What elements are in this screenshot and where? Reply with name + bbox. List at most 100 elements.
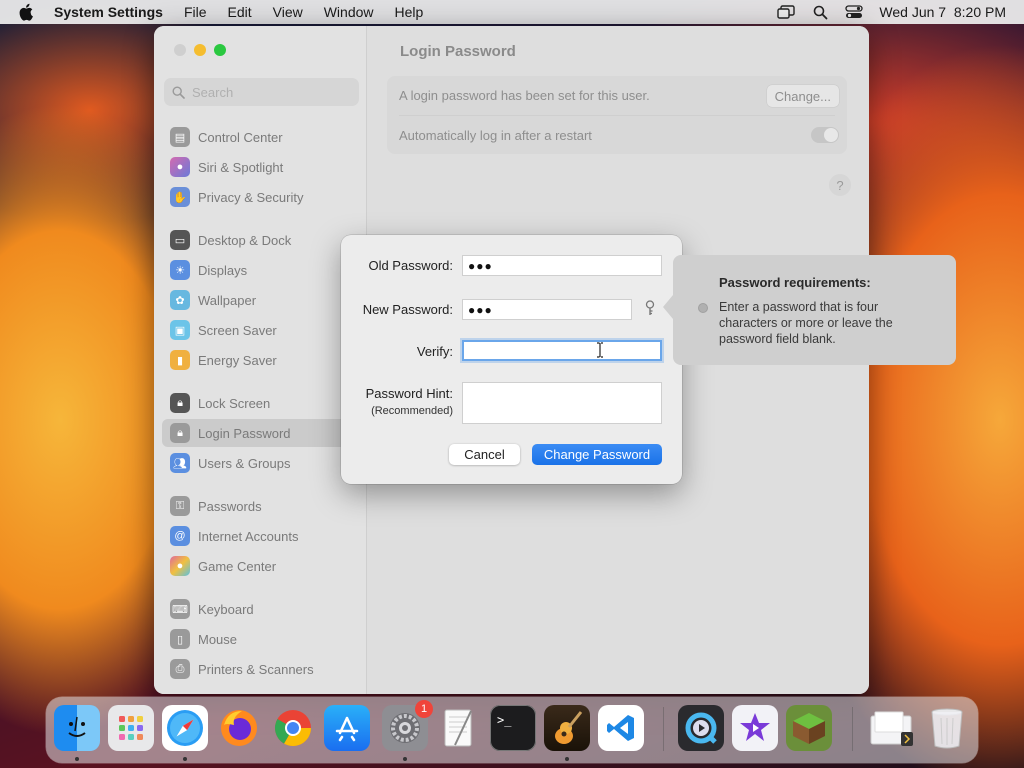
sidebar-item-label: Control Center: [198, 129, 283, 145]
system-settings-badge: 1: [415, 700, 433, 718]
sidebar-item-mouse[interactable]: ▯ Mouse: [162, 625, 358, 653]
sidebar-item-control-center[interactable]: ▤ Control Center: [162, 123, 358, 151]
sidebar-item-wallpaper[interactable]: ✿ Wallpaper: [162, 286, 358, 314]
wallpaper-icon: ✿: [170, 290, 190, 310]
dock-vscode-icon[interactable]: [598, 705, 644, 751]
popover-title: Password requirements:: [719, 275, 871, 290]
mouse-icon: ▯: [170, 629, 190, 649]
garageband-running-indicator: [565, 757, 569, 761]
window-controls: [174, 44, 226, 56]
password-set-row: A login password has been set for this u…: [399, 76, 839, 114]
sidebar-item-label: Printers & Scanners: [198, 661, 314, 677]
sidebar-item-label: Keyboard: [198, 601, 254, 617]
new-password-field[interactable]: ●●●: [462, 299, 632, 320]
sidebar-item-displays[interactable]: ☀ Displays: [162, 256, 358, 284]
sidebar-item-users-groups[interactable]: 👥︎ Users & Groups: [162, 449, 358, 477]
change-password-submit-button[interactable]: Change Password: [532, 444, 662, 465]
popover-text: Enter a password that is four characters…: [719, 300, 893, 346]
sidebar-item-internet-accounts[interactable]: @ Internet Accounts: [162, 522, 358, 550]
sidebar-item-screen-saver[interactable]: ▣ Screen Saver: [162, 316, 358, 344]
menu-edit[interactable]: Edit: [228, 4, 252, 20]
search-input[interactable]: [192, 84, 352, 100]
menu-bar: System Settings File Edit View Window He…: [0, 0, 1024, 24]
sidebar-item-desktop-dock[interactable]: ▭ Desktop & Dock: [162, 226, 358, 254]
dock-textedit-icon[interactable]: [436, 705, 482, 751]
cancel-button[interactable]: Cancel: [449, 444, 520, 465]
apple-menu-icon[interactable]: [18, 3, 36, 21]
verify-field[interactable]: [462, 340, 662, 361]
control-center-icon: ▤: [170, 127, 190, 147]
auto-login-toggle[interactable]: [811, 127, 839, 143]
requirement-status-icon: [698, 303, 708, 313]
password-hint-label: Password Hint:: [365, 386, 453, 401]
sidebar-item-siri-spotlight[interactable]: ● Siri & Spotlight: [162, 153, 358, 181]
menu-clock[interactable]: Wed Jun 7 8:20 PM: [879, 4, 1006, 20]
dock-finder-icon[interactable]: [54, 705, 100, 751]
dock-chrome-icon[interactable]: [270, 705, 316, 751]
dock-imovie-icon[interactable]: [732, 705, 778, 751]
change-password-button[interactable]: Change...: [766, 85, 839, 107]
page-title: Login Password: [400, 43, 516, 60]
sidebar-item-login-password[interactable]: 🔒︎ Login Password: [162, 419, 358, 447]
login-password-group: A login password has been set for this u…: [387, 76, 847, 154]
sidebar-item-label: Game Center: [198, 558, 277, 574]
dock-safari-icon[interactable]: [162, 705, 208, 751]
sidebar-item-privacy-security[interactable]: ✋ Privacy & Security: [162, 183, 358, 211]
sidebar-item-label: Users & Groups: [198, 455, 291, 471]
dock-minecraft-icon[interactable]: [786, 705, 832, 751]
terminal-prompt-icon: >_: [497, 713, 512, 727]
sidebar-item-label: Screen Saver: [198, 322, 277, 338]
users-icon: 👥︎: [170, 453, 190, 473]
dock-app-store-icon[interactable]: [324, 705, 370, 751]
sidebar-item-game-center[interactable]: ● Game Center: [162, 552, 358, 580]
sidebar-item-printers-scanners[interactable]: ⎙ Printers & Scanners: [162, 655, 358, 683]
menu-window[interactable]: Window: [324, 4, 374, 20]
sidebar: ▤ Control Center ● Siri & Spotlight ✋ Pr…: [154, 26, 366, 694]
sidebar-item-lock-screen[interactable]: 🔒︎ Lock Screen: [162, 389, 358, 417]
zoom-window-button[interactable]: [214, 44, 226, 56]
menu-file[interactable]: File: [184, 4, 207, 20]
system-settings-running-indicator: [403, 757, 407, 761]
minimize-window-button[interactable]: [194, 44, 206, 56]
dock-firefox-icon[interactable]: [216, 705, 262, 751]
password-hint-sublabel: (Recommended): [371, 405, 453, 417]
dock-downloads-stack-icon[interactable]: [868, 705, 914, 751]
dock-terminal-icon[interactable]: >_: [490, 705, 536, 751]
dock-launchpad-icon[interactable]: [108, 705, 154, 751]
sidebar-search[interactable]: [164, 78, 359, 106]
sidebar-item-passwords[interactable]: ⚿ Passwords: [162, 492, 358, 520]
dock-icon: ▭: [170, 230, 190, 250]
auto-login-row: Automatically log in after a restart: [399, 116, 839, 154]
sidebar-item-energy-saver[interactable]: ▮ Energy Saver: [162, 346, 358, 374]
sidebar-item-label: Energy Saver: [198, 352, 277, 368]
menu-view[interactable]: View: [273, 4, 303, 20]
dock-trash-icon[interactable]: [924, 705, 970, 751]
old-password-label: Old Password:: [368, 258, 453, 273]
sidebar-item-label: Mouse: [198, 631, 238, 647]
app-name-menu[interactable]: System Settings: [54, 4, 163, 20]
hand-icon: ✋: [170, 187, 190, 207]
screen-mirroring-icon[interactable]: [777, 4, 796, 20]
control-center-icon[interactable]: [845, 4, 864, 20]
keyboard-icon: ⌨: [170, 599, 190, 619]
password-assistant-key-icon[interactable]: [643, 299, 657, 317]
help-button[interactable]: ?: [829, 174, 851, 196]
sidebar-item-keyboard[interactable]: ⌨ Keyboard: [162, 595, 358, 623]
battery-icon: ▮: [170, 350, 190, 370]
sidebar-item-label: Internet Accounts: [198, 528, 299, 544]
spotlight-search-icon[interactable]: [811, 4, 829, 20]
close-window-button[interactable]: [174, 44, 186, 56]
finder-running-indicator: [75, 757, 79, 761]
menu-help[interactable]: Help: [395, 4, 424, 20]
sidebar-item-label: Displays: [198, 262, 248, 278]
password-hint-field[interactable]: [462, 382, 662, 424]
sidebar-item-label: Siri & Spotlight: [198, 159, 284, 175]
old-password-field[interactable]: ●●●: [462, 255, 662, 276]
password-requirements-popover: Password requirements: Enter a password …: [663, 255, 956, 365]
dock: 1 >_: [46, 697, 978, 763]
dock-garageband-icon[interactable]: [544, 705, 590, 751]
dock-quicktime-icon[interactable]: [678, 705, 724, 751]
lock-icon: 🔒︎: [170, 393, 190, 413]
search-icon: [172, 85, 186, 99]
sidebar-item-label: Login Password: [198, 425, 291, 441]
